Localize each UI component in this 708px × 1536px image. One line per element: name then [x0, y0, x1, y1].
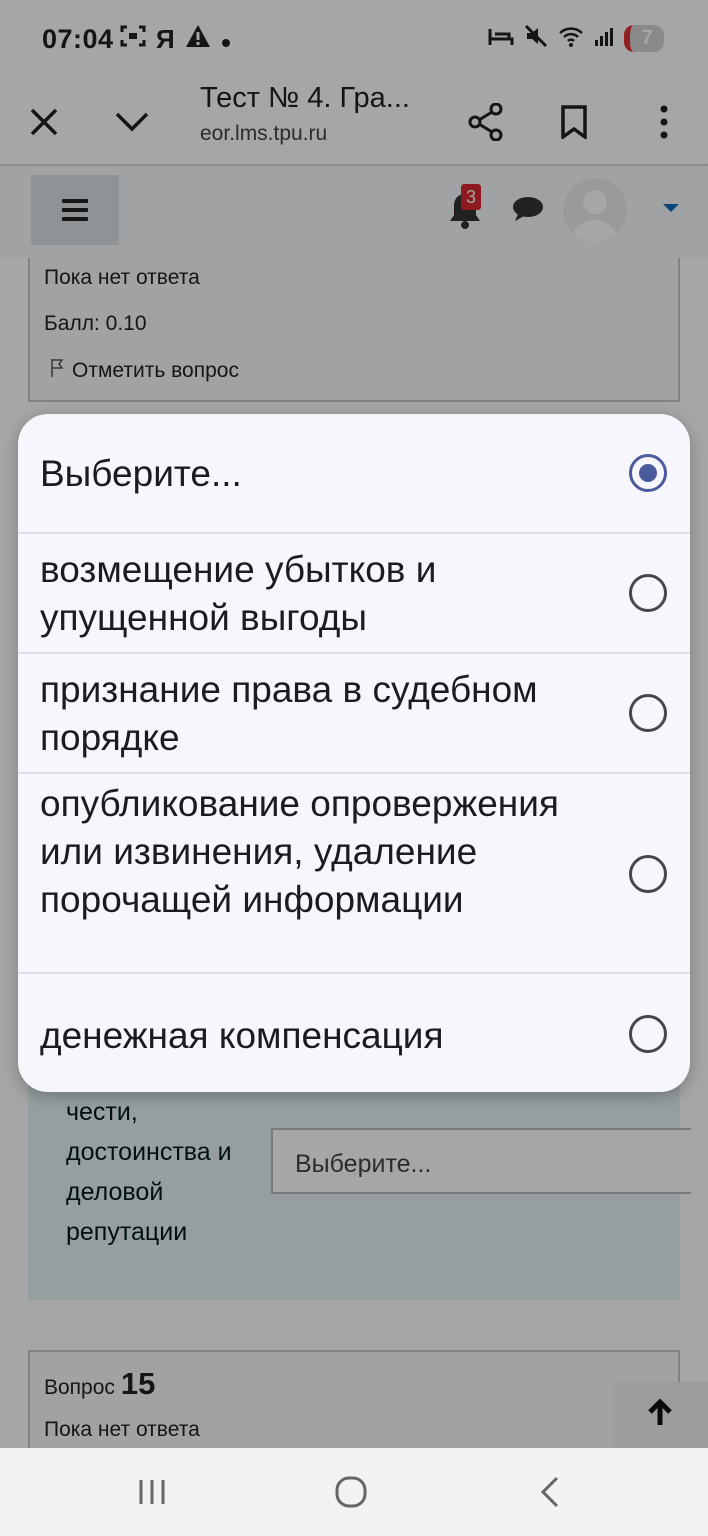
home-icon[interactable]: [321, 1470, 381, 1514]
system-navigation-bar: [0, 1448, 708, 1536]
recent-apps-icon[interactable]: [122, 1470, 182, 1514]
option-item[interactable]: денежная компенсация: [18, 974, 690, 1092]
option-label: денежная компенсация: [40, 1015, 444, 1056]
radio-icon[interactable]: [629, 855, 667, 893]
radio-selected-icon[interactable]: [629, 454, 667, 492]
option-item[interactable]: Выберите...: [18, 414, 690, 534]
option-label: Выберите...: [40, 453, 242, 494]
option-label: опубликование опровержения или извинения…: [40, 783, 559, 920]
option-item[interactable]: опубликование опровержения или извинения…: [18, 774, 690, 974]
back-icon[interactable]: [520, 1470, 580, 1514]
radio-icon[interactable]: [629, 1015, 667, 1053]
radio-icon[interactable]: [629, 694, 667, 732]
option-item[interactable]: возмещение убытков и упущенной выгоды: [18, 534, 690, 654]
option-label: признание права в судебном порядке: [40, 669, 538, 758]
radio-icon[interactable]: [629, 574, 667, 612]
select-options-dialog: Выберите... возмещение убытков и упущенн…: [18, 414, 690, 1092]
option-item[interactable]: признание права в судебном порядке: [18, 654, 690, 774]
option-label: возмещение убытков и упущенной выгоды: [40, 549, 437, 638]
